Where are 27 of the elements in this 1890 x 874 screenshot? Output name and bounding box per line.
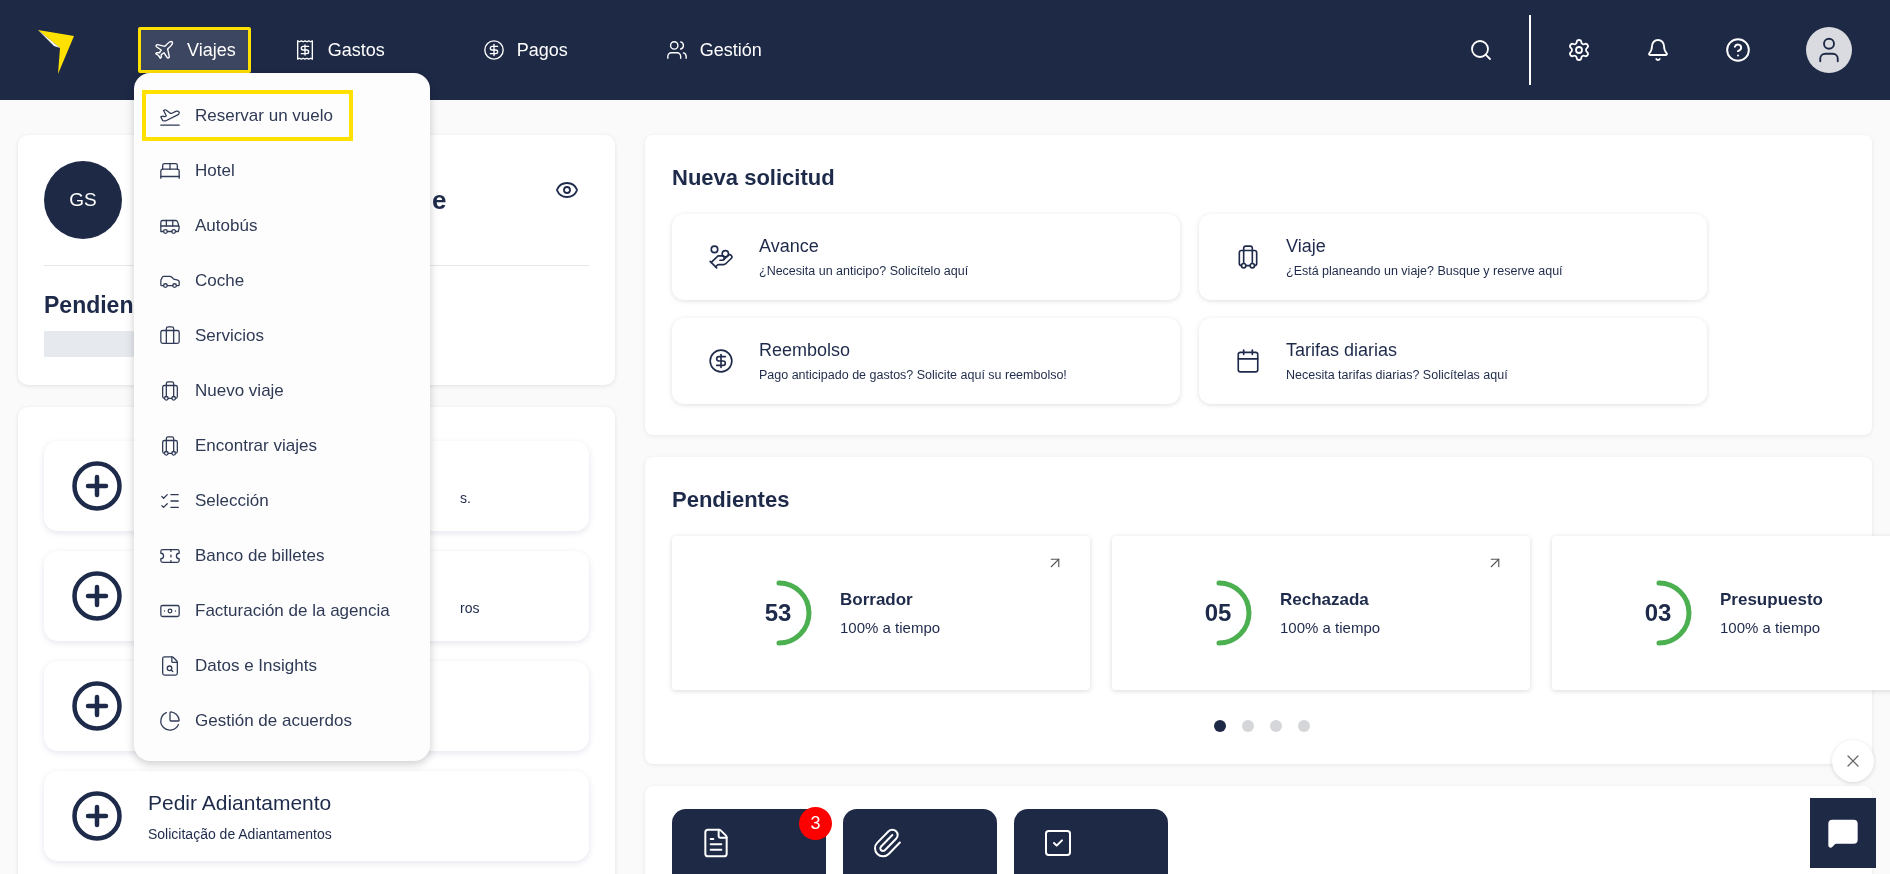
status-count: 03 (1644, 598, 1672, 628)
status-label: Borrador (840, 589, 914, 611)
tile-title: Tarifas diarias (1286, 339, 1399, 363)
status-count: 53 (764, 598, 792, 628)
status-note: 100% a tiempo (1720, 617, 1822, 638)
status-label: Presupuesto (1720, 589, 1823, 611)
status-note: 100% a tiempo (1280, 617, 1381, 638)
tile-title: Avance (759, 235, 820, 259)
section-heading: Pendien (44, 291, 135, 320)
action-subtitle: ros (460, 598, 480, 618)
tile-subtitle: ¿Está planeando un viaje? Busque y reserve aquí (1286, 263, 1563, 281)
tile-subtitle: Pago anticipado de gastos? Solicite aquí su reembolso! (759, 367, 1067, 385)
notification-badge: 3 (799, 807, 832, 840)
tile-title: Reembolso (759, 339, 852, 363)
initials-avatar: GS (44, 161, 122, 239)
card-title: Nueva solicitud (672, 164, 836, 192)
action-subtitle: s. (460, 488, 471, 508)
profile-name: e (432, 183, 447, 217)
card-title: Pendientes (672, 486, 791, 514)
status-label: Rechazada (1280, 589, 1370, 611)
status-note: 100% a tiempo (840, 617, 941, 638)
action-title: Pedir Adiantamento (148, 789, 332, 816)
tile-title: Viaje (1286, 235, 1327, 259)
status-count: 05 (1204, 598, 1232, 628)
action-subtitle: Solicitação de Adiantamentos (148, 825, 332, 845)
tile-subtitle: ¿Necesita un anticipo? Solicítelo aquí (759, 263, 969, 281)
tile-subtitle: Necesita tarifas diarias? Solicítelas aquí (1286, 367, 1508, 385)
